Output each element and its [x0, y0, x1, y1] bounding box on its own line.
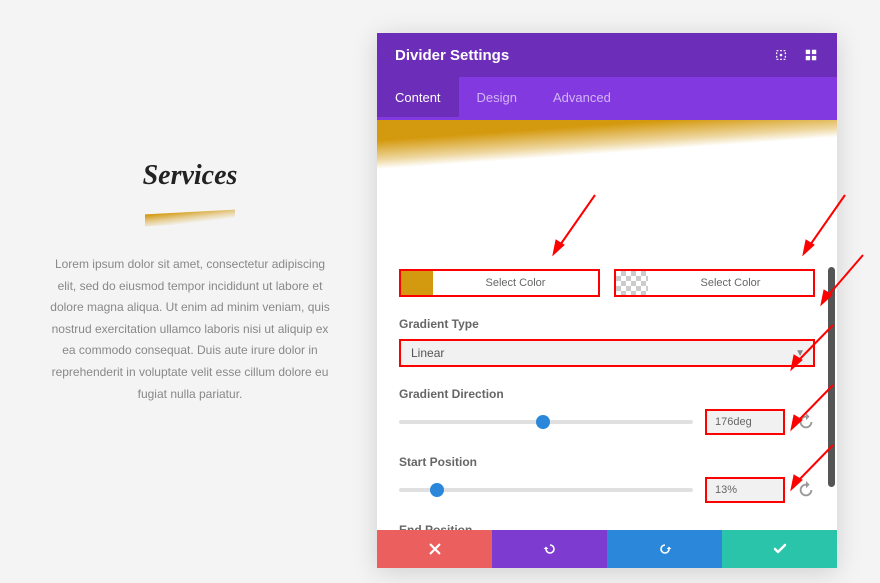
scrollbar[interactable] [828, 267, 835, 487]
direction-label: Gradient Direction [399, 387, 815, 401]
panel-body: Select Color Select Color Gradient Type … [377, 117, 837, 530]
tab-bar: Content Design Advanced [377, 77, 837, 117]
direction-value[interactable]: 176deg [705, 409, 785, 435]
expand-icon[interactable] [773, 47, 789, 63]
color-label-1: Select Color [433, 277, 598, 289]
redo-button[interactable] [607, 530, 722, 568]
direction-row: 176deg [399, 409, 815, 435]
color-picker-1[interactable]: Select Color [399, 269, 600, 297]
reset-icon[interactable] [797, 481, 815, 499]
undo-button[interactable] [492, 530, 607, 568]
save-button[interactable] [722, 530, 837, 568]
gradient-type-label: Gradient Type [399, 317, 815, 331]
swatch-gold [401, 271, 433, 295]
panel-footer [377, 530, 837, 568]
end-label: End Position [399, 523, 815, 530]
start-row: 13% [399, 477, 815, 503]
left-preview: Services Lorem ipsum dolor sit amet, con… [50, 160, 330, 405]
start-slider[interactable] [399, 488, 693, 492]
panel-header: Divider Settings [377, 33, 837, 77]
gradient-preview [377, 117, 837, 247]
tab-advanced[interactable]: Advanced [535, 77, 629, 117]
color-picker-2[interactable]: Select Color [614, 269, 815, 297]
start-label: Start Position [399, 455, 815, 469]
gradient-type-select[interactable]: Linear ▼ [399, 339, 815, 367]
services-heading: Services [50, 160, 330, 192]
settings-panel: Divider Settings Content Design Advanced… [377, 33, 837, 568]
gradient-type-value: Linear [411, 346, 444, 360]
lorem-text: Lorem ipsum dolor sit amet, consectetur … [50, 254, 330, 405]
direction-slider[interactable] [399, 420, 693, 424]
tab-content[interactable]: Content [377, 77, 459, 117]
divider-swoosh [145, 210, 235, 227]
tab-design[interactable]: Design [459, 77, 535, 117]
start-thumb[interactable] [430, 483, 444, 497]
panel-title: Divider Settings [395, 47, 509, 64]
reset-icon[interactable] [797, 413, 815, 431]
direction-thumb[interactable] [536, 415, 550, 429]
color-row: Select Color Select Color [399, 269, 815, 297]
color-label-2: Select Color [648, 277, 813, 289]
header-actions [773, 47, 819, 63]
swatch-transparent [616, 271, 648, 295]
start-value[interactable]: 13% [705, 477, 785, 503]
grid-icon[interactable] [803, 47, 819, 63]
chevron-down-icon: ▼ [795, 348, 805, 359]
cancel-button[interactable] [377, 530, 492, 568]
